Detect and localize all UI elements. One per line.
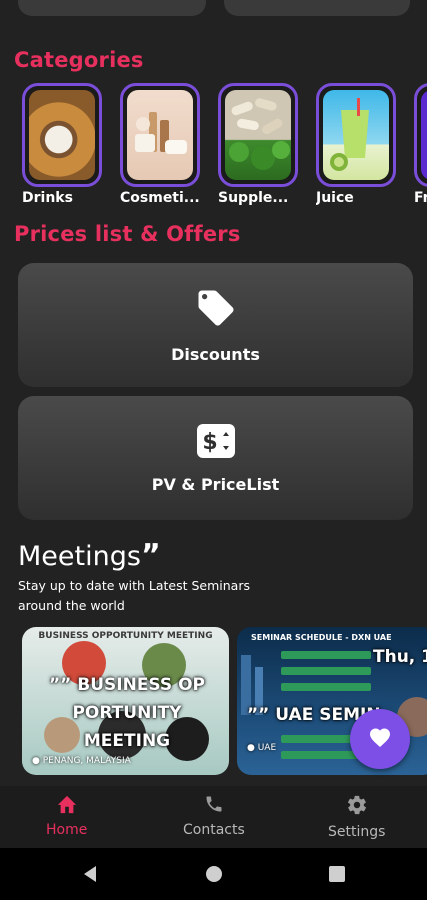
category-label: Juice (316, 190, 354, 206)
nav-settings[interactable]: Settings (328, 794, 385, 840)
nav-contacts-label: Contacts (183, 822, 245, 838)
favorites-button[interactable] (350, 709, 410, 769)
category-label: Drinks (22, 190, 73, 206)
offers-title: Prices list & Offers (14, 222, 241, 246)
discounts-card[interactable]: Discounts (18, 263, 413, 387)
top-card-right[interactable] (224, 0, 410, 16)
meetings-title: Meetings” (18, 538, 161, 573)
category-drinks[interactable]: Drinks (22, 83, 102, 206)
category-label: Supple... (218, 190, 289, 206)
supplements-image (225, 90, 291, 180)
category-juice[interactable]: Juice (316, 83, 396, 206)
meeting-location: ● PENANG, MALAYSIA (32, 756, 131, 766)
recents-icon[interactable] (329, 866, 345, 886)
svg-text:$: $ (202, 430, 217, 455)
system-navigation-bar (0, 848, 427, 900)
meetings-subtitle: Stay up to date with Latest Seminars aro… (18, 578, 250, 613)
meeting-date: Thu, 1 (373, 647, 427, 667)
pricelist-label: PV & PriceList (151, 474, 280, 494)
tag-icon (195, 287, 237, 333)
category-fruit[interactable]: Fr (414, 83, 427, 206)
top-card-left[interactable] (18, 0, 206, 16)
categories-list[interactable]: Drinks Cosmeti... Supple... Juice Fr (22, 83, 427, 213)
juice-image (323, 90, 389, 180)
category-label: Fr (414, 190, 427, 206)
meeting-card-penang[interactable]: BUSINESS OPPORTUNITY MEETING ”” BUSINESS… (22, 627, 229, 775)
heart-icon (368, 726, 392, 752)
cosmetics-image (127, 90, 193, 180)
nav-home-label: Home (46, 822, 88, 838)
home-circle-icon[interactable] (205, 865, 223, 887)
phone-icon (204, 794, 224, 818)
gear-icon (346, 794, 368, 820)
discounts-label: Discounts (171, 344, 260, 364)
category-cosmetics[interactable]: Cosmeti... (120, 83, 200, 206)
home-icon (56, 794, 78, 818)
meeting-location: ● UAE (247, 743, 277, 753)
categories-title: Categories (14, 48, 144, 72)
meeting-card-title: ”” BUSINESS OP PORTUNITY MEETING (49, 675, 205, 751)
price-icon: $ (196, 423, 236, 463)
bottom-navigation: Home Contacts Settings (0, 786, 427, 848)
nav-contacts[interactable]: Contacts (183, 794, 245, 838)
nav-home[interactable]: Home (46, 794, 87, 838)
drinks-image (29, 90, 95, 180)
category-supplements[interactable]: Supple... (218, 83, 298, 206)
fruit-image (421, 90, 427, 180)
pricelist-card[interactable]: $ PV & PriceList (18, 396, 413, 520)
back-icon[interactable] (82, 865, 98, 887)
category-label: Cosmeti... (120, 190, 200, 206)
nav-settings-label: Settings (328, 824, 386, 840)
